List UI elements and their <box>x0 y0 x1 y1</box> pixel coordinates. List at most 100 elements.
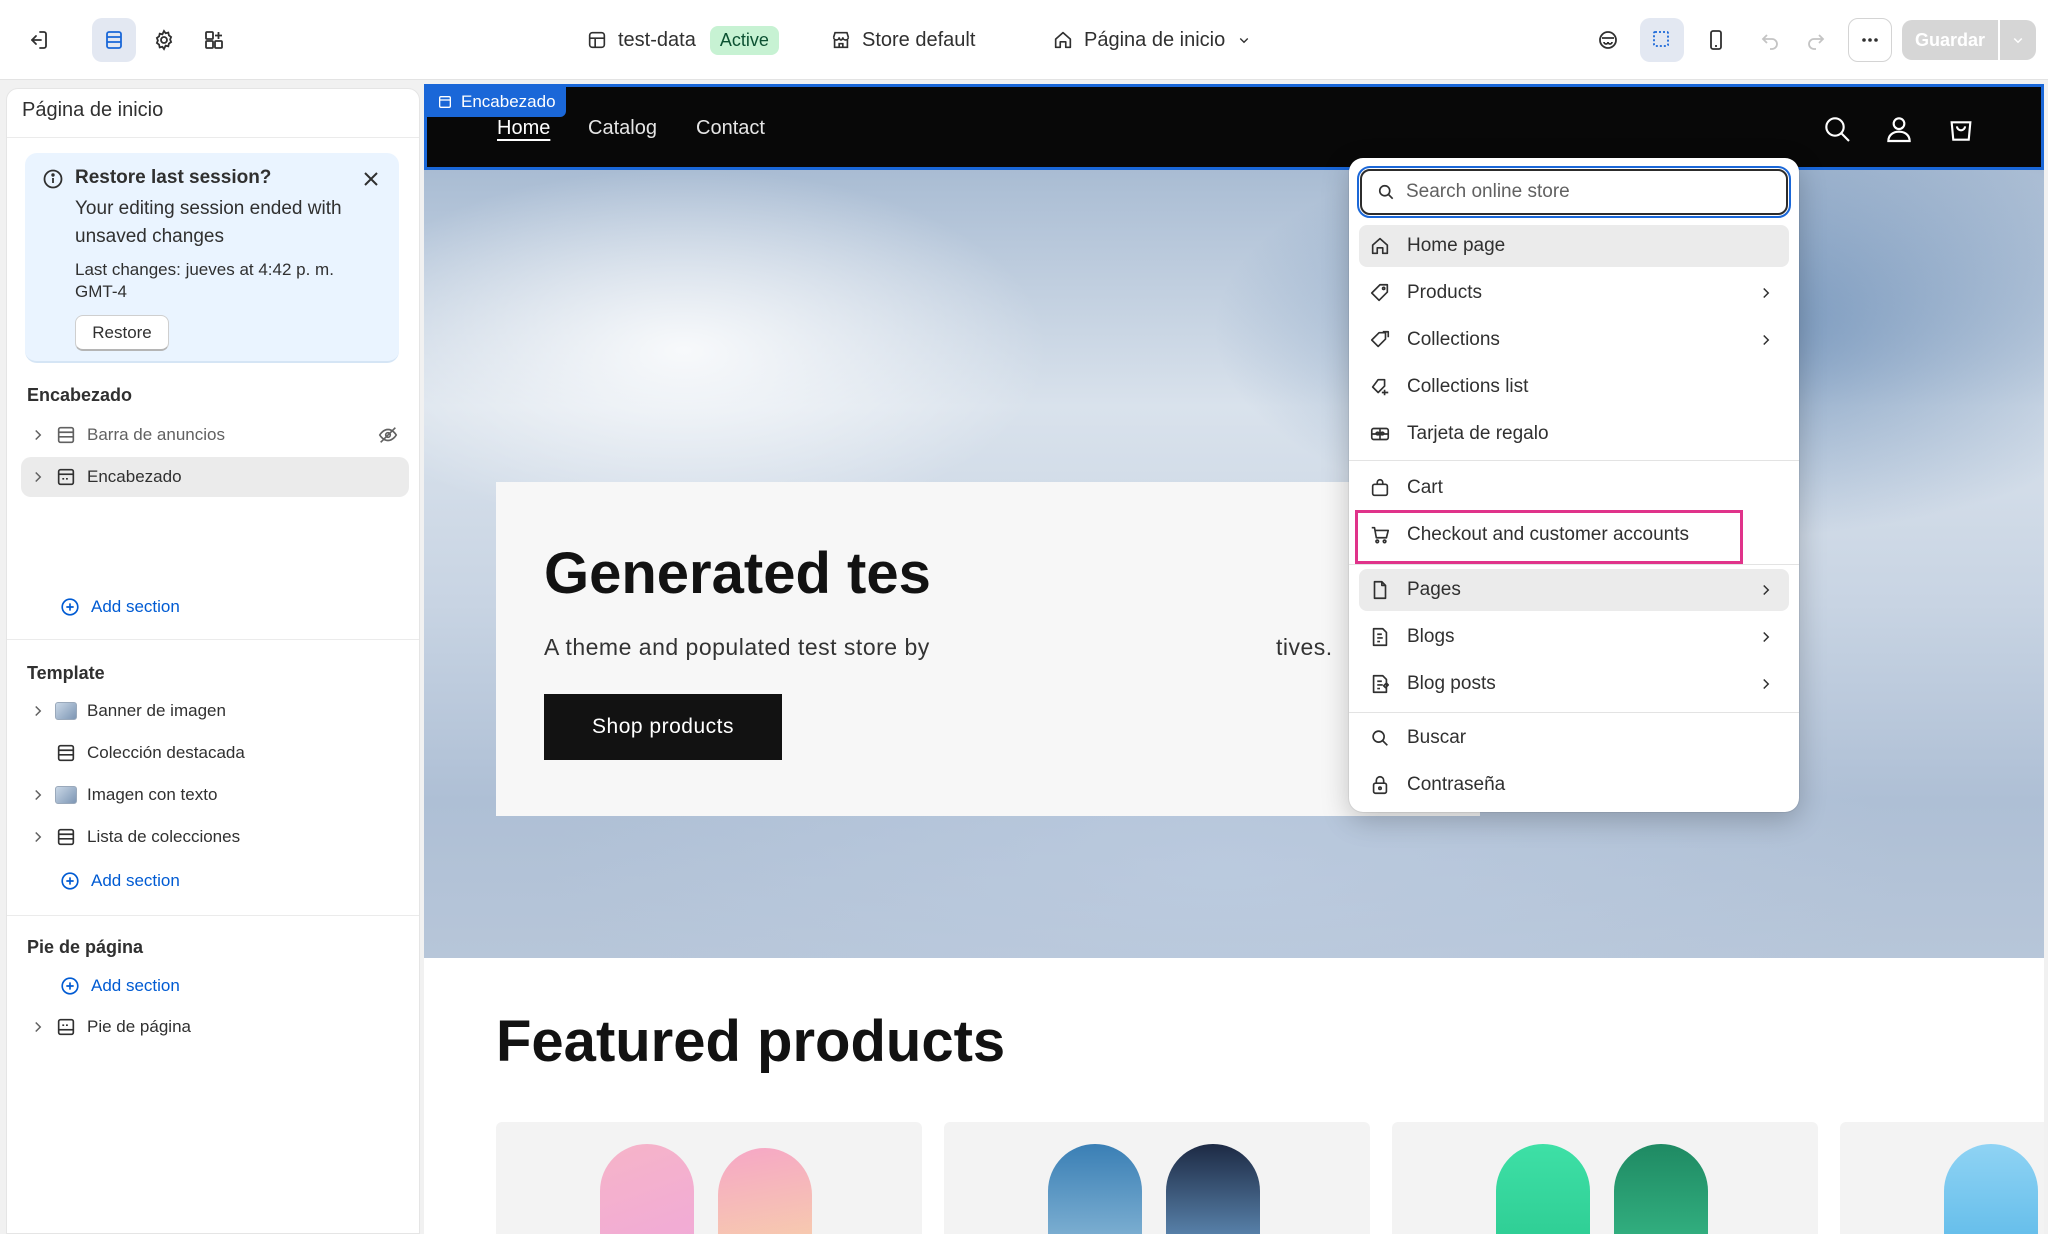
divider <box>7 915 419 916</box>
info-icon <box>43 169 63 189</box>
undo-icon[interactable] <box>1748 18 1792 62</box>
section-item-featured-collection[interactable]: Colección destacada <box>21 733 409 773</box>
image-thumbnail <box>55 786 77 804</box>
bag-icon <box>1371 478 1389 497</box>
chevron-right-icon <box>1763 287 1770 299</box>
menu-item-home-page[interactable]: Home page <box>1359 225 1789 267</box>
mobile-preview-icon[interactable] <box>1694 18 1738 62</box>
more-actions-icon[interactable] <box>1848 18 1892 62</box>
shop-products-button[interactable]: Shop products <box>544 694 782 760</box>
sections-icon[interactable] <box>92 18 136 62</box>
section-icon <box>57 1018 75 1036</box>
menu-item-products[interactable]: Products <box>1359 272 1789 314</box>
top-bar: test-data Active Store default Página de… <box>0 0 2048 80</box>
store-selector[interactable]: Store default <box>830 0 975 80</box>
search-input[interactable] <box>1406 181 1766 203</box>
add-section-link[interactable]: Add section <box>59 596 180 618</box>
search-icon <box>1372 730 1388 746</box>
chevron-down-icon <box>2013 37 2023 44</box>
menu-item-collections[interactable]: Collections <box>1359 319 1789 361</box>
nav-link-home[interactable]: Home <box>497 117 550 140</box>
product-image <box>1048 1144 1142 1234</box>
close-icon[interactable] <box>359 167 383 191</box>
chevron-right-icon[interactable] <box>29 426 47 444</box>
chevron-right-icon[interactable] <box>29 786 47 804</box>
apps-icon[interactable] <box>192 18 236 62</box>
highlight-outline <box>1355 510 1743 564</box>
sidebar: Página de inicio Restore last session? Y… <box>6 88 420 1234</box>
account-icon[interactable] <box>1883 113 1915 145</box>
hero-subtitle-tail: tives. <box>1276 634 1333 660</box>
section-item-announcement-bar[interactable]: Barra de anuncios <box>21 415 409 455</box>
lock-icon <box>1372 775 1388 795</box>
menu-divider <box>1349 460 1799 461</box>
product-card[interactable] <box>496 1122 922 1234</box>
hero-banner: Generated tes A theme and populated test… <box>424 170 2044 958</box>
eye-hidden-icon[interactable] <box>377 424 399 446</box>
store-preview: Encabezado Home Catalog Contact Generate… <box>424 84 2044 1234</box>
chevron-right-icon[interactable] <box>29 468 47 486</box>
save-button[interactable]: Guardar <box>1902 20 1998 60</box>
save-options-button[interactable] <box>2000 20 2036 60</box>
theme-icon <box>588 31 606 49</box>
search-icon <box>1378 184 1394 200</box>
chevron-right-icon[interactable] <box>29 1018 47 1036</box>
menu-item-label: Products <box>1407 282 1482 303</box>
menu-item-blog-posts[interactable]: Blog posts <box>1359 663 1789 705</box>
plus-circle-icon <box>61 872 79 890</box>
section-item-image-with-text[interactable]: Imagen con texto <box>21 775 409 815</box>
menu-divider <box>1349 564 1799 565</box>
section-item-image-banner[interactable]: Banner de imagen <box>21 691 409 731</box>
search-icon[interactable] <box>1821 113 1853 145</box>
section-label: Colección destacada <box>87 743 245 762</box>
page-icon <box>1373 580 1387 600</box>
product-image <box>718 1148 812 1234</box>
redo-icon[interactable] <box>1794 18 1838 62</box>
gift-card-icon <box>1370 427 1390 441</box>
menu-item-search[interactable]: Buscar <box>1359 717 1789 759</box>
menu-item-password[interactable]: Contraseña <box>1359 764 1789 806</box>
menu-item-collections-list[interactable]: Collections list <box>1359 366 1789 408</box>
chevron-right-icon[interactable] <box>29 702 47 720</box>
search-field[interactable] <box>1357 166 1791 218</box>
product-card[interactable] <box>1392 1122 1818 1234</box>
home-icon <box>1371 237 1389 255</box>
cart-icon[interactable] <box>1945 113 1977 145</box>
product-image <box>1944 1144 2038 1234</box>
product-card[interactable] <box>944 1122 1370 1234</box>
section-item-collection-list[interactable]: Lista de colecciones <box>21 817 409 857</box>
restore-button[interactable]: Restore <box>75 315 169 351</box>
section-icon <box>439 96 451 108</box>
nav-link-catalog[interactable]: Catalog <box>588 117 657 140</box>
hero-title: Generated tes <box>544 541 931 606</box>
settings-gear-icon[interactable] <box>142 18 186 62</box>
inspector-icon[interactable] <box>1586 18 1630 62</box>
restore-last-changes: Last changes: jueves at 4:42 p. m. GMT-4 <box>75 260 334 301</box>
menu-item-pages[interactable]: Pages <box>1359 569 1789 611</box>
chevron-right-icon[interactable] <box>29 828 47 846</box>
product-image <box>1166 1144 1260 1234</box>
theme-info[interactable]: test-data Active <box>586 0 779 80</box>
section-item-footer[interactable]: Pie de página <box>21 1007 409 1047</box>
menu-item-label: Blog posts <box>1407 673 1496 694</box>
select-element-icon[interactable] <box>1640 18 1684 62</box>
section-item-header[interactable]: Encabezado <box>21 457 409 497</box>
image-thumbnail <box>55 702 77 720</box>
selection-tag-label: Encabezado <box>461 92 556 111</box>
menu-item-blogs[interactable]: Blogs <box>1359 616 1789 658</box>
menu-item-label: Collections <box>1407 329 1500 350</box>
menu-item-gift-card[interactable]: Tarjeta de regalo <box>1359 413 1789 455</box>
add-section-link[interactable]: Add section <box>59 870 180 892</box>
menu-item-label: Buscar <box>1407 727 1467 748</box>
section-icon <box>57 744 75 762</box>
add-section-link[interactable]: Add section <box>59 975 180 997</box>
exit-icon[interactable] <box>16 18 60 62</box>
product-card[interactable] <box>1840 1122 2044 1234</box>
menu-item-cart[interactable]: Cart <box>1359 467 1789 509</box>
nav-link-contact[interactable]: Contact <box>696 117 765 140</box>
store-header[interactable]: Encabezado Home Catalog Contact <box>424 84 2044 170</box>
restore-session-banner: Restore last session? Your editing sessi… <box>25 153 399 363</box>
store-name: test-data <box>618 28 696 51</box>
page-selector[interactable]: Página de inicio <box>1052 0 1253 80</box>
template-group-heading: Template <box>27 663 105 683</box>
